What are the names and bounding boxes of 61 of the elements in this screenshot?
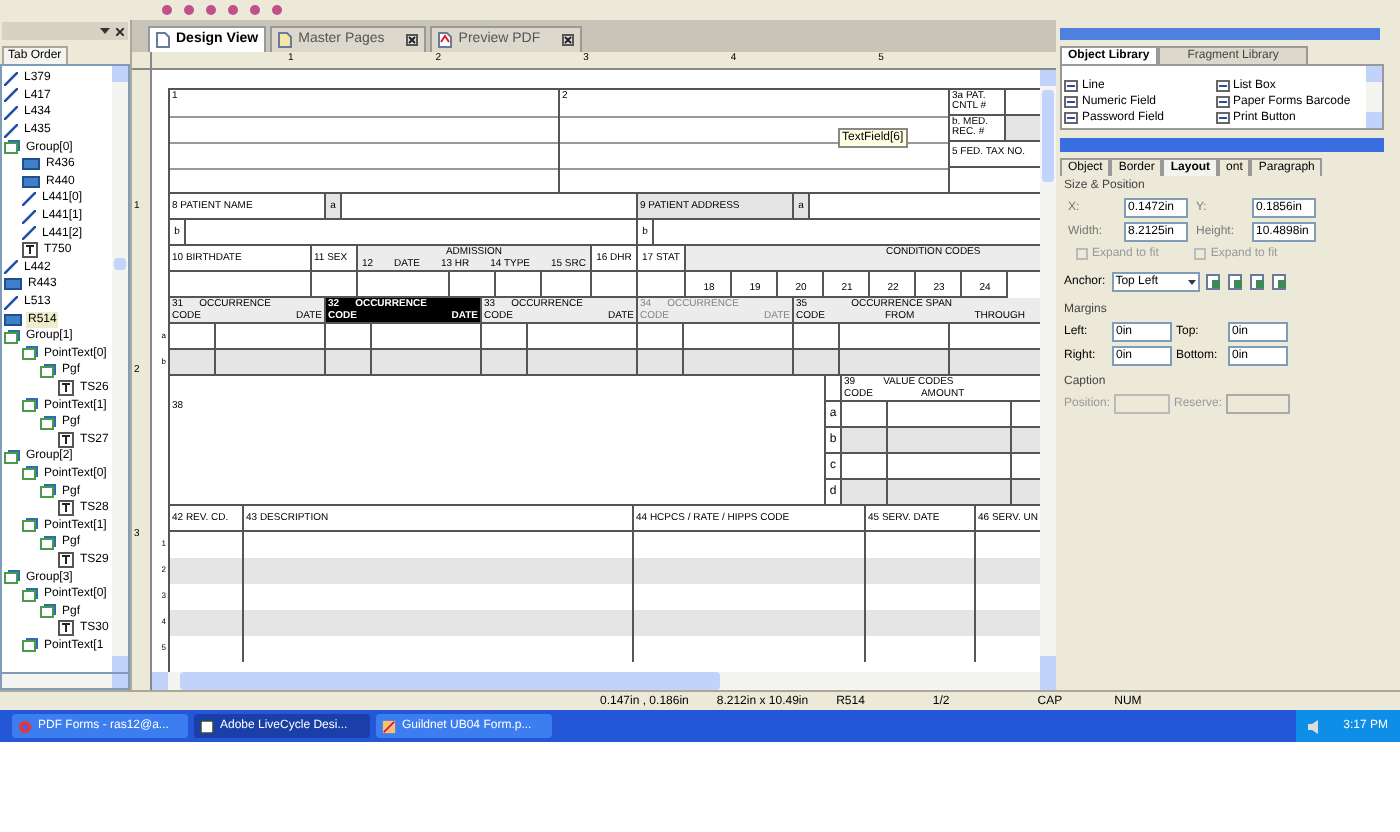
pdf-icon — [438, 32, 453, 48]
form-field[interactable] — [482, 350, 528, 376]
form-field[interactable] — [842, 428, 888, 454]
form-field[interactable] — [216, 350, 326, 376]
vertical-scrollbar[interactable] — [1040, 70, 1056, 672]
form-field[interactable] — [372, 350, 482, 376]
form-field[interactable] — [170, 350, 216, 376]
line-icon — [4, 123, 18, 138]
form-field[interactable] — [634, 558, 866, 584]
horizontal-scrollbar[interactable] — [152, 672, 1056, 690]
object-icon — [1215, 112, 1229, 124]
document-icon — [382, 719, 396, 733]
form-field[interactable] — [840, 350, 950, 376]
page-icon — [278, 32, 293, 48]
close-icon[interactable] — [116, 27, 124, 35]
browser-icon — [18, 719, 32, 733]
form-field[interactable] — [638, 350, 684, 376]
rectangle-icon — [4, 313, 22, 326]
scroll-thumb[interactable] — [180, 672, 720, 690]
form-field[interactable] — [826, 376, 842, 402]
vertical-scrollbar[interactable] — [112, 66, 128, 672]
form-field[interactable] — [170, 558, 244, 584]
app-icon — [200, 719, 214, 733]
scroll-thumb[interactable] — [114, 258, 126, 270]
text-icon — [58, 431, 74, 448]
object-icon — [1215, 96, 1229, 108]
form-field[interactable] — [528, 350, 638, 376]
form-field[interactable] — [684, 350, 794, 376]
text-icon — [22, 242, 38, 259]
dropdown-icon[interactable] — [100, 28, 110, 34]
object-icon — [1215, 80, 1229, 92]
text-icon — [58, 500, 74, 517]
form-field[interactable] — [326, 350, 372, 376]
form-field[interactable] — [842, 480, 888, 506]
text-icon — [58, 379, 74, 396]
rectangle-icon — [4, 278, 22, 291]
form-field[interactable] — [342, 194, 638, 220]
line-icon — [22, 191, 36, 206]
group-icon — [22, 638, 38, 653]
close-icon[interactable] — [562, 34, 575, 46]
text-icon — [58, 551, 74, 568]
line-icon — [4, 260, 18, 275]
text-icon — [58, 620, 74, 637]
form-field[interactable] — [244, 558, 634, 584]
reserve-field[interactable] — [1226, 394, 1291, 414]
scroll-thumb[interactable] — [1042, 90, 1054, 182]
speaker-icon[interactable] — [1307, 719, 1324, 733]
form-field[interactable] — [170, 610, 244, 636]
line-icon — [4, 295, 18, 310]
form-field[interactable] — [888, 428, 1012, 454]
form-field[interactable] — [866, 558, 976, 584]
caret-icon — [1185, 276, 1198, 288]
form-field[interactable] — [866, 610, 976, 636]
close-icon[interactable] — [406, 34, 419, 46]
page-icon — [156, 32, 170, 48]
form-field[interactable] — [634, 610, 866, 636]
form-field[interactable] — [794, 350, 840, 376]
horizontal-scrollbar[interactable] — [0, 674, 130, 690]
group-icon — [40, 484, 56, 499]
form-field[interactable] — [888, 480, 1012, 506]
form-field[interactable] — [244, 610, 634, 636]
